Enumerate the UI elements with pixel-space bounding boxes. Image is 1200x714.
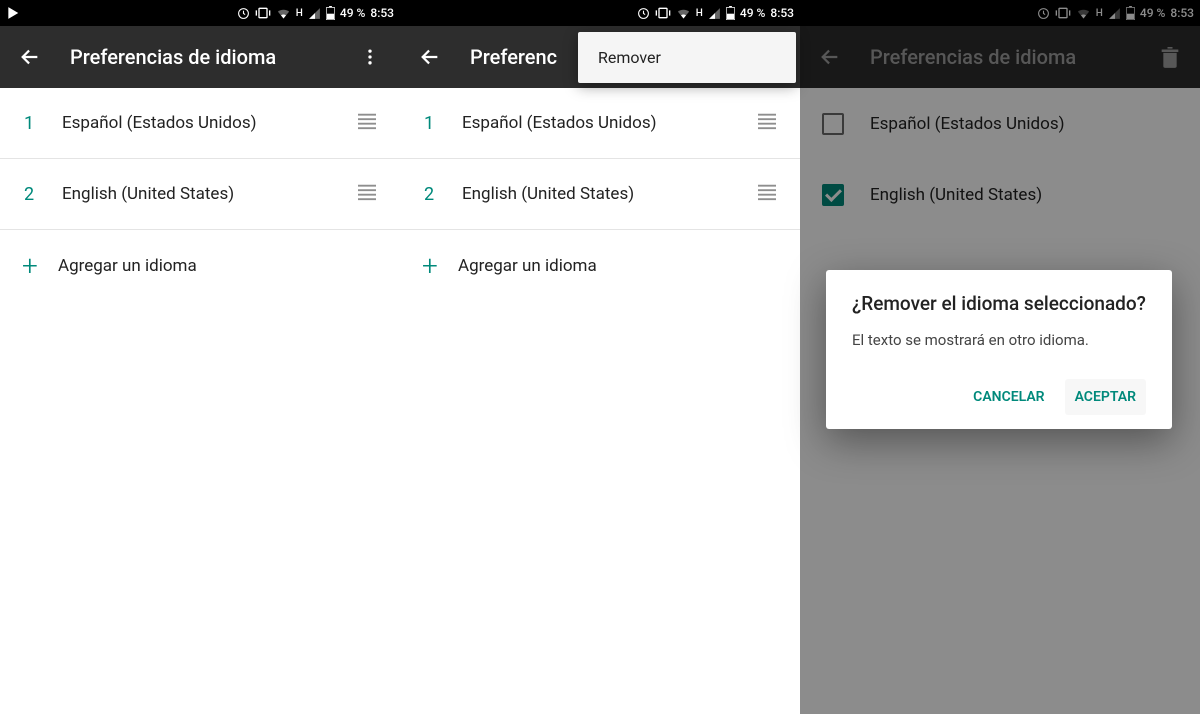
confirm-remove-dialog: ¿Remover el idioma seleccionado? El text… (826, 270, 1172, 429)
signal-icon (308, 7, 321, 20)
clock: 8:53 (770, 6, 794, 20)
status-bar: H 49 % 8:53 (400, 0, 800, 26)
language-index: 2 (424, 184, 462, 205)
language-name: English (United States) (62, 184, 356, 204)
dialog-actions: CANCELAR ACEPTAR (852, 379, 1146, 415)
cancel-button[interactable]: CANCELAR (963, 379, 1054, 415)
language-row[interactable]: 1 Español (Estados Unidos) (0, 88, 400, 159)
add-language-button[interactable]: + Agregar un idioma (0, 230, 400, 301)
page-title: Preferencias de idioma (70, 45, 330, 69)
screen-2: H 49 % 8:53 Preferenc Remover 1 Español … (400, 0, 800, 714)
plus-icon: + (20, 252, 58, 280)
drag-handle-icon[interactable] (756, 112, 778, 134)
screen-1: H 49 % 8:53 Preferencias de idioma 1 Esp… (0, 0, 400, 714)
sync-icon (637, 7, 650, 20)
drag-handle-icon[interactable] (356, 112, 378, 134)
language-row[interactable]: 2 English (United States) (400, 159, 800, 230)
wifi-off-icon (676, 7, 691, 20)
network-type: H (296, 8, 303, 19)
language-name: English (United States) (462, 184, 756, 204)
overflow-menu-button[interactable] (358, 45, 382, 69)
dialog-title: ¿Remover el idioma seleccionado? (852, 292, 1146, 317)
battery-icon (726, 6, 735, 20)
vibrate-icon (655, 7, 671, 19)
menu-item-remove[interactable]: Remover (578, 32, 796, 83)
status-bar: H 49 % 8:53 (0, 0, 400, 26)
network-type: H (696, 8, 703, 19)
add-language-label: Agregar un idioma (58, 256, 197, 276)
back-button[interactable] (18, 45, 42, 69)
battery-percent: 49 % (340, 6, 365, 20)
language-row[interactable]: 1 Español (Estados Unidos) (400, 88, 800, 159)
language-index: 1 (424, 113, 462, 134)
drag-handle-icon[interactable] (356, 183, 378, 205)
back-button[interactable] (418, 45, 442, 69)
language-row[interactable]: 2 English (United States) (0, 159, 400, 230)
vibrate-icon (255, 7, 271, 19)
plus-icon: + (420, 252, 458, 280)
app-bar: Preferencias de idioma (0, 26, 400, 88)
clock: 8:53 (370, 6, 394, 20)
language-index: 1 (24, 113, 62, 134)
play-icon (6, 6, 20, 20)
sync-icon (237, 7, 250, 20)
language-index: 2 (24, 184, 62, 205)
battery-icon (326, 6, 335, 20)
battery-percent: 49 % (740, 6, 765, 20)
accept-button[interactable]: ACEPTAR (1065, 379, 1146, 415)
add-language-button[interactable]: + Agregar un idioma (400, 230, 800, 301)
language-list: 1 Español (Estados Unidos) 2 English (Un… (0, 88, 400, 714)
wifi-off-icon (276, 7, 291, 20)
language-name: Español (Estados Unidos) (462, 113, 756, 133)
dialog-body: El texto se mostrará en otro idioma. (852, 331, 1146, 349)
language-name: Español (Estados Unidos) (62, 113, 356, 133)
screen-3: H 49 % 8:53 Preferencias de idioma Españ… (800, 0, 1200, 714)
drag-handle-icon[interactable] (756, 183, 778, 205)
signal-icon (708, 7, 721, 20)
language-list: 1 Español (Estados Unidos) 2 English (Un… (400, 88, 800, 714)
overflow-menu: Remover (578, 32, 796, 83)
add-language-label: Agregar un idioma (458, 256, 597, 276)
